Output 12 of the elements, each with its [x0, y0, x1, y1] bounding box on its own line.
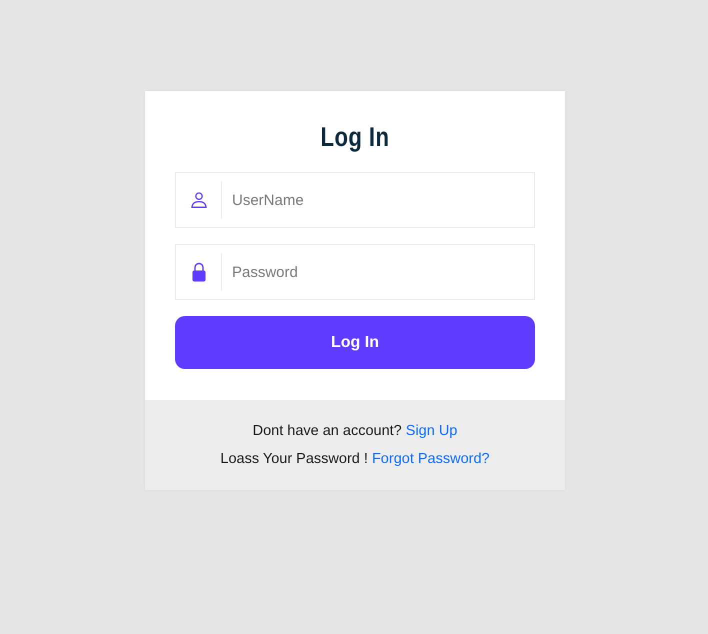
footer-link[interactable]: Forgot Password?	[372, 451, 490, 467]
login-button[interactable]: Log In	[175, 316, 535, 369]
password-field[interactable]: Password	[175, 244, 535, 300]
prompt-text: Dont have an account?	[252, 423, 402, 439]
password-input[interactable]: Password	[222, 245, 534, 299]
username-field[interactable]: UserName	[175, 172, 535, 228]
footer-link[interactable]: Sign Up	[406, 423, 458, 439]
login-title: Log In	[320, 121, 390, 154]
username-input[interactable]: UserName	[222, 173, 534, 227]
lock-icon	[192, 262, 206, 282]
user-icon	[190, 192, 206, 208]
prompt-text: Loass Your Password !	[220, 451, 368, 467]
